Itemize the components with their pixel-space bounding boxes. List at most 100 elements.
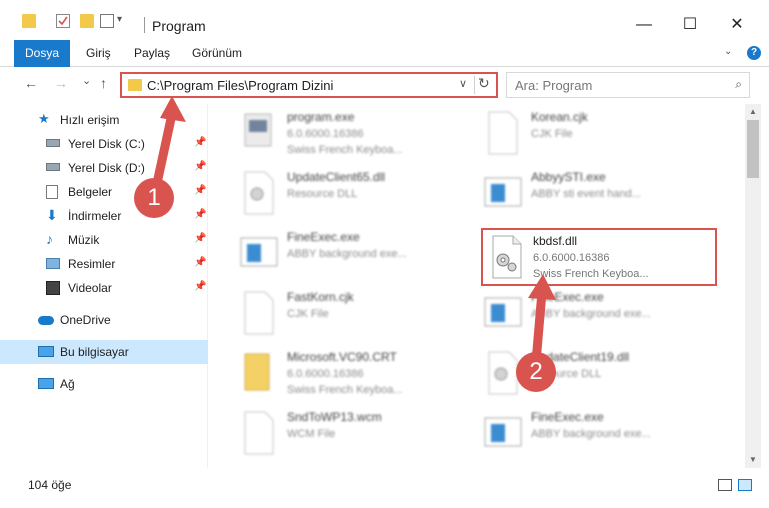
close-button[interactable]: ✕ [714, 10, 760, 40]
sidebar-item-this-pc[interactable]: Bu bilgisayar [0, 340, 208, 364]
file-name: Microsoft.VC90.CRT [287, 350, 397, 364]
navigation-bar: ← → ⌄ ↑ C:\Program Files\Program Dizini … [0, 68, 769, 100]
file-name: AbbyySTI.exe [531, 170, 606, 184]
file-item[interactable]: FastKorn.cjk CJK File [239, 288, 479, 344]
file-detail: 6.0.6000.16386 [287, 128, 364, 140]
address-bar[interactable]: C:\Program Files\Program Dizini ∨ ↻ [120, 72, 498, 98]
pin-icon[interactable]: 📌 [194, 185, 206, 196]
address-dropdown-icon[interactable]: ∨ [459, 77, 467, 90]
pin-icon[interactable]: 📌 [194, 257, 206, 268]
file-name: FineExec.exe [531, 290, 604, 304]
file-item[interactable]: FineExec.exe ABBY background exe... [483, 408, 723, 464]
file-item-kbdsf[interactable]: kbdsf.dll 6.0.6000.16386 Swiss French Ke… [481, 228, 717, 286]
search-icon[interactable]: ⌕ [735, 77, 742, 92]
sidebar-item-documents[interactable]: Belgeler 📌 [0, 180, 208, 204]
drive-icon [46, 163, 60, 171]
divider [474, 76, 475, 94]
chevron-down-icon[interactable]: ▾ [117, 14, 122, 25]
app-window-icon [483, 170, 523, 216]
file-item[interactable]: UpdateClient65.dll Resource DLL [239, 168, 479, 224]
help-icon[interactable]: ? [747, 46, 761, 60]
blank-file-icon [239, 410, 279, 456]
back-button[interactable]: ← [24, 75, 38, 91]
vertical-scrollbar[interactable]: ▲ ▼ [745, 104, 761, 468]
new-folder-icon[interactable] [80, 14, 94, 28]
file-detail: CJK File [531, 128, 573, 140]
chevron-down-icon[interactable]: ⌄ [724, 46, 732, 57]
pin-icon[interactable]: 📌 [194, 281, 206, 292]
file-item[interactable]: Microsoft.VC90.CRT 6.0.6000.16386 Swiss … [239, 348, 479, 404]
exe-icon [239, 110, 279, 156]
file-item[interactable]: FineExec.exe ABBY background exe... [239, 228, 479, 284]
tab-home[interactable]: Giriş [86, 40, 111, 67]
item-count: 104 öğe [28, 478, 72, 492]
file-detail: Resource DLL [287, 188, 358, 200]
sidebar-item-label: İndirmeler [68, 209, 122, 223]
file-detail: WCM File [287, 428, 336, 440]
file-detail: Swiss French Keyboa... [533, 268, 649, 280]
up-button[interactable]: ↑ [100, 75, 107, 91]
ribbon-tabs: Dosya Giriş Paylaş Görünüm ⌄ ? [0, 40, 769, 67]
tab-view[interactable]: Görünüm [192, 40, 242, 67]
file-detail: 6.0.6000.16386 [533, 252, 610, 264]
file-item[interactable]: Korean.cjk CJK File [483, 108, 723, 164]
file-name: UpdateClient65.dll [287, 170, 386, 184]
scroll-up-icon[interactable]: ▲ [745, 104, 761, 120]
large-icons-view-icon[interactable] [738, 479, 752, 491]
divider [144, 17, 145, 33]
sidebar-item-disk-c[interactable]: Yerel Disk (C:) 📌 [0, 132, 208, 156]
blank-file-icon [239, 290, 279, 336]
sidebar-item-disk-d[interactable]: Yerel Disk (D:) 📌 [0, 156, 208, 180]
view-options-icon[interactable] [100, 14, 114, 28]
file-item[interactable]: program.exe 6.0.6000.16386 Swiss French … [239, 108, 479, 164]
sidebar-item-network[interactable]: Ağ [0, 372, 208, 396]
file-list: program.exe 6.0.6000.16386 Swiss French … [209, 104, 745, 468]
folder-icon [128, 79, 142, 91]
file-name: program.exe [287, 110, 355, 124]
maximize-button[interactable]: ☐ [667, 10, 713, 40]
sidebar-item-videos[interactable]: Videolar 📌 [0, 276, 208, 300]
details-view-icon[interactable] [718, 479, 732, 491]
scrollbar-thumb[interactable] [747, 120, 759, 178]
network-icon [38, 378, 54, 389]
sidebar-item-pictures[interactable]: Resimler 📌 [0, 252, 208, 276]
app-window-icon [483, 290, 523, 336]
search-input[interactable]: Ara: Program [515, 78, 592, 93]
file-name: FineExec.exe [531, 410, 604, 424]
recent-locations-button[interactable]: ⌄ [82, 74, 91, 87]
file-name: FineExec.exe [287, 230, 360, 244]
pin-icon[interactable]: 📌 [194, 209, 206, 220]
music-icon: ♪ [46, 231, 53, 247]
refresh-icon[interactable]: ↻ [478, 75, 490, 92]
file-detail: ABBY background exe... [531, 428, 651, 440]
sidebar-item-label: Hızlı erişim [60, 113, 120, 127]
pin-icon[interactable]: 📌 [194, 137, 206, 148]
forward-button[interactable]: → [54, 75, 68, 91]
pin-icon[interactable]: 📌 [194, 233, 206, 244]
pin-icon[interactable]: 📌 [194, 161, 206, 172]
dll-icon [239, 170, 279, 216]
sidebar-item-quick-access[interactable]: ★ Hızlı erişim [0, 108, 208, 132]
app-window-icon [483, 410, 523, 456]
sidebar-item-label: OneDrive [60, 313, 111, 327]
pictures-icon [46, 258, 60, 269]
file-detail: ABBY background exe... [531, 308, 651, 320]
sidebar-item-onedrive[interactable]: OneDrive [0, 308, 208, 332]
properties-icon[interactable] [56, 14, 70, 28]
sidebar-item-downloads[interactable]: ⬇ İndirmeler 📌 [0, 204, 208, 228]
file-item[interactable]: SndToWP13.wcm WCM File [239, 408, 479, 464]
sidebar-item-label: Müzik [68, 233, 100, 247]
app-window-icon [239, 230, 279, 276]
tab-share[interactable]: Paylaş [134, 40, 170, 67]
tab-file[interactable]: Dosya [14, 40, 70, 67]
minimize-button[interactable]: — [621, 10, 667, 40]
file-item[interactable]: FineExec.exe ABBY background exe... [483, 288, 723, 344]
file-item[interactable]: AbbyySTI.exe ABBY sti event hand... [483, 168, 723, 224]
file-detail: Swiss French Keyboa... [287, 384, 403, 396]
sidebar-item-music[interactable]: ♪ Müzik 📌 [0, 228, 208, 252]
scroll-down-icon[interactable]: ▼ [745, 452, 761, 468]
search-box[interactable]: Ara: Program ⌕ [506, 72, 750, 98]
address-path[interactable]: C:\Program Files\Program Dizini [147, 78, 333, 93]
navigation-pane: ★ Hızlı erişim Yerel Disk (C:) 📌 Yerel D… [0, 104, 208, 468]
sidebar-item-label: Ağ [60, 377, 75, 391]
